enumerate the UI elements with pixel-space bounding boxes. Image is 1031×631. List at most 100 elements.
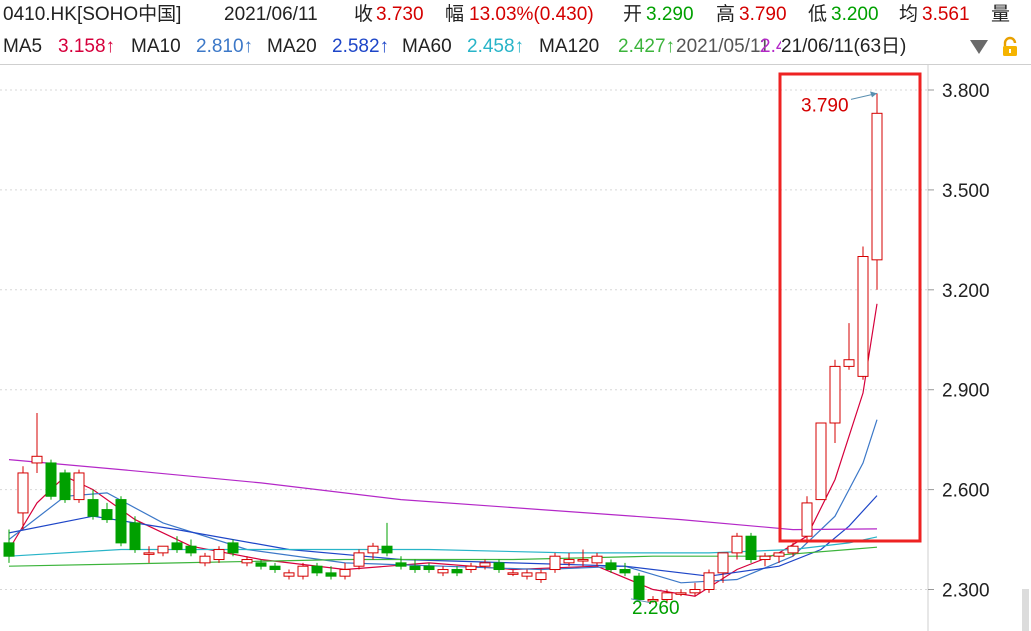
open-label: 开 <box>623 4 643 25</box>
candle <box>871 93 883 290</box>
candle <box>171 536 183 553</box>
candle-body-up <box>549 555 561 571</box>
candle <box>717 552 729 583</box>
candle <box>549 552 561 573</box>
candle <box>213 546 225 563</box>
range-overlap-date: 2021/05/11 <box>676 36 770 57</box>
low-annotation: 2.260 <box>632 598 680 619</box>
candle-body-down <box>409 565 421 571</box>
candle-body-down <box>3 542 15 557</box>
candle <box>675 589 687 597</box>
candle <box>759 552 771 567</box>
candle <box>731 532 743 560</box>
candle <box>633 572 645 600</box>
candle-body-up <box>521 572 533 577</box>
candle <box>535 569 547 583</box>
candle <box>59 469 71 503</box>
candle <box>423 562 435 573</box>
candle-body-down <box>451 569 463 574</box>
candle-body-up <box>479 562 491 567</box>
candle-body-up <box>773 552 785 557</box>
ma60-label: MA60 <box>402 36 452 57</box>
candle-body-down <box>87 499 99 517</box>
y-axis-ticks: 3.800 3.500 3.200 2.900 2.600 2.300 <box>928 81 990 602</box>
candle-body-up <box>829 365 841 424</box>
candle-body-down <box>171 542 183 551</box>
avg-value: 3.561 <box>922 4 970 25</box>
candle-body-down <box>59 472 71 501</box>
candle-body-up <box>437 569 449 574</box>
avg-label: 均 <box>899 4 919 25</box>
candle-body-up <box>199 555 211 564</box>
candle-body-down <box>269 565 281 571</box>
candle-body-down <box>633 575 645 600</box>
candle <box>31 413 43 473</box>
candle-body-down <box>311 565 323 574</box>
candle <box>185 539 197 557</box>
indicator-row: MA5 3.158↑ MA10 2.810↑ MA20 2.582↑ MA60 … <box>0 32 1031 62</box>
candle-body-down <box>395 562 407 567</box>
candle <box>353 549 365 570</box>
stock-code: 0410.HK[SOHO中国] <box>3 4 182 25</box>
candle-body-up <box>759 555 771 561</box>
quote-date: 2021/06/11 <box>224 4 318 25</box>
ma10-label: MA10 <box>131 36 181 57</box>
ma120-label: MA120 <box>539 36 600 57</box>
candle-body-down <box>381 545 393 554</box>
lock-icon[interactable] <box>999 36 1021 58</box>
scrollbar-thumb[interactable] <box>1022 589 1029 631</box>
candle <box>283 569 295 580</box>
volume-label: 量 <box>991 4 1011 25</box>
candle <box>143 546 155 563</box>
candle-body-down <box>129 522 141 551</box>
ma60-value: 2.458↑ <box>467 36 525 57</box>
candle-body-up <box>871 112 883 261</box>
candle-body-up <box>689 589 701 594</box>
candle <box>745 532 757 563</box>
candle <box>311 562 323 577</box>
candle <box>619 562 631 577</box>
close-value: 3.730 <box>376 4 424 25</box>
candle <box>381 522 393 557</box>
change-label: 幅 <box>445 4 465 25</box>
candle-body-up <box>143 552 155 555</box>
y-tick-label: 3.500 <box>942 181 990 202</box>
candle-body-up <box>535 572 547 581</box>
y-tick-label: 3.200 <box>942 281 990 302</box>
candle <box>843 323 855 370</box>
candle <box>437 566 449 577</box>
candle-body-down <box>605 562 617 571</box>
candle <box>199 552 211 567</box>
candle <box>3 529 15 563</box>
y-tick-label: 2.600 <box>942 481 990 502</box>
candle <box>269 562 281 573</box>
highlight-box <box>778 72 922 543</box>
candle-body-down <box>423 565 435 571</box>
high-annotation: 3.790 <box>801 95 849 116</box>
candle <box>521 569 533 580</box>
candle <box>801 496 813 543</box>
candle-body-down <box>227 542 239 554</box>
high-value: 3.790 <box>739 4 787 25</box>
candle-body-down <box>325 572 337 577</box>
candle-body-up <box>507 572 519 575</box>
candle <box>857 246 869 380</box>
candle-body-up <box>577 559 589 562</box>
candle <box>591 552 603 567</box>
date-range[interactable]: 21/06/11(63日) <box>781 32 907 62</box>
high-label: 高 <box>716 4 736 25</box>
close-label: 收 <box>354 4 374 25</box>
candle-body-up <box>367 545 379 554</box>
chevron-down-icon[interactable] <box>970 40 988 54</box>
candlestick-chart: 3.800 3.500 3.200 2.900 2.600 2.300 3.790 2.26… <box>0 65 1029 631</box>
candle-body-up <box>465 565 477 571</box>
candle <box>101 502 113 523</box>
y-tick-label: 2.300 <box>942 581 990 602</box>
y-tick-label: 3.800 <box>942 81 990 102</box>
candle-body-up <box>213 549 225 561</box>
candle-body-up <box>787 545 799 554</box>
quote-header: 0410.HK[SOHO中国] 2021/06/11 收 3.730 幅 13.… <box>0 0 1031 30</box>
candle-body-down <box>493 562 505 571</box>
candle <box>339 562 351 580</box>
candle-body-up <box>591 555 603 564</box>
